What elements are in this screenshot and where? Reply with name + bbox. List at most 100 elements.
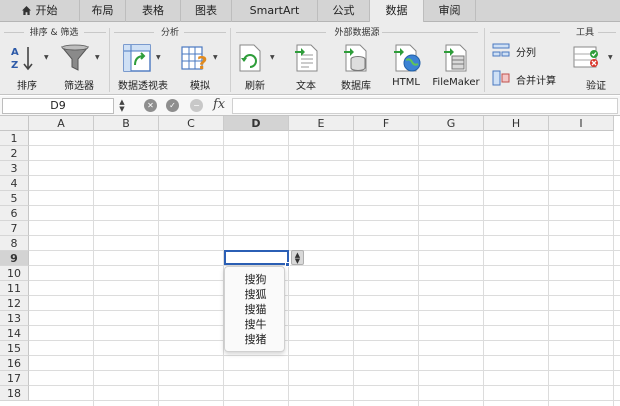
from-html-button[interactable]: HTML: [386, 40, 426, 92]
name-box[interactable]: D9: [2, 98, 114, 114]
chevron-down-icon: ▼: [213, 54, 218, 61]
dropdown-option[interactable]: 搜狐: [225, 287, 286, 302]
gridline: [29, 145, 620, 146]
row-header-12[interactable]: 12: [0, 296, 29, 311]
dropdown-option[interactable]: 搜猫: [225, 302, 286, 317]
confirm-icon[interactable]: ✓: [166, 99, 179, 112]
gridline: [548, 131, 549, 406]
divider: [382, 32, 478, 33]
row-header-11[interactable]: 11: [0, 281, 29, 296]
column-header-c[interactable]: C: [159, 116, 224, 131]
filter-label: 筛选器: [64, 81, 94, 92]
column-header-b[interactable]: B: [94, 116, 159, 131]
dropdown-option[interactable]: 搜狗: [225, 272, 286, 287]
row-header-6[interactable]: 6: [0, 206, 29, 221]
data-validation-button[interactable]: ▼ 验证: [570, 40, 616, 92]
home-icon: [21, 6, 31, 15]
cell-dropdown-button[interactable]: ▲ ▼: [291, 250, 304, 265]
divider: [598, 32, 616, 33]
chevron-down-icon: ▼: [44, 54, 49, 61]
column-header-h[interactable]: H: [484, 116, 549, 131]
row-header-5[interactable]: 5: [0, 191, 29, 206]
from-filemaker-button[interactable]: FileMaker: [430, 40, 482, 92]
gridline: [29, 325, 620, 326]
row-header-18[interactable]: 18: [0, 386, 29, 401]
tab-label: 公式: [332, 4, 355, 17]
column-header-d[interactable]: D: [224, 116, 289, 131]
gridline: [29, 340, 620, 341]
tab-formulas[interactable]: 公式: [318, 0, 370, 22]
tab-label: SmartArt: [249, 4, 300, 17]
dropdown-option[interactable]: 搜牛: [225, 317, 286, 332]
text-to-columns-label: 分列: [516, 48, 536, 59]
selected-cell-d9[interactable]: [224, 250, 289, 265]
tab-smartart[interactable]: SmartArt: [232, 0, 318, 22]
row-header-14[interactable]: 14: [0, 326, 29, 341]
insert-function-icon[interactable]: −: [190, 99, 203, 112]
data-validation-label: 验证: [586, 81, 606, 92]
gridline: [29, 370, 620, 371]
row-header-8[interactable]: 8: [0, 236, 29, 251]
pivot-table-label: 数据透视表: [118, 81, 168, 92]
row-header-2[interactable]: 2: [0, 146, 29, 161]
gridline: [29, 295, 620, 296]
select-all-corner[interactable]: [0, 116, 29, 131]
column-header-a[interactable]: A: [29, 116, 94, 131]
validation-icon: [573, 46, 598, 68]
row-header-3[interactable]: 3: [0, 161, 29, 176]
tab-data[interactable]: 数据: [370, 0, 424, 23]
cancel-icon[interactable]: ✕: [144, 99, 157, 112]
from-filemaker-label: FileMaker: [432, 77, 480, 88]
formula-input[interactable]: [232, 98, 618, 114]
row-header-10[interactable]: 10: [0, 266, 29, 281]
row-header-16[interactable]: 16: [0, 356, 29, 371]
sort-button[interactable]: A Z ▼ 排序: [6, 40, 49, 92]
gridline: [29, 355, 620, 356]
gridline: [29, 280, 620, 281]
filter-button[interactable]: ▼ 筛选器: [54, 40, 104, 92]
tab-home[interactable]: 开始: [0, 0, 80, 22]
row-header-9[interactable]: 9: [0, 251, 29, 266]
tab-table[interactable]: 表格: [126, 0, 181, 22]
column-header-i[interactable]: I: [549, 116, 614, 131]
from-database-label: 数据库: [341, 81, 371, 92]
dropdown-option[interactable]: 搜猪: [225, 332, 286, 347]
tab-label: 开始: [35, 4, 58, 17]
formula-bar: D9 ▲ ▼ ✕ ✓ − fx: [0, 96, 620, 116]
from-text-button[interactable]: 文本: [288, 40, 324, 92]
refresh-button[interactable]: ▼ 刷新: [236, 40, 280, 92]
column-header-f[interactable]: F: [354, 116, 419, 131]
chevron-down-icon: ▼: [156, 54, 161, 61]
divider: [236, 32, 326, 33]
gridline: [29, 220, 620, 221]
row-header-13[interactable]: 13: [0, 311, 29, 326]
what-if-label: 模拟: [190, 81, 210, 92]
spreadsheet-grid[interactable]: A B C D E F G H I 1 2 3 4 5 6 7 8 9 10 1…: [0, 116, 620, 406]
column-header-e[interactable]: E: [289, 116, 354, 131]
name-box-stepper[interactable]: ▲ ▼: [116, 99, 128, 113]
column-header-g[interactable]: G: [419, 116, 484, 131]
tab-chart[interactable]: 图表: [181, 0, 232, 22]
html-globe-icon: [394, 44, 421, 72]
what-if-analysis-button[interactable]: ? ▼ 模拟: [178, 40, 222, 92]
row-header-4[interactable]: 4: [0, 176, 29, 191]
tab-layout[interactable]: 布局: [80, 0, 126, 22]
svg-text:A: A: [11, 47, 19, 58]
consolidate-button[interactable]: 合并计算: [490, 68, 560, 88]
row-header-1[interactable]: 1: [0, 131, 29, 146]
gridline: [93, 131, 94, 406]
text-to-columns-button[interactable]: 分列: [490, 40, 546, 60]
fill-handle[interactable]: [285, 262, 290, 267]
consolidate-icon: [492, 70, 510, 86]
divider: [84, 32, 106, 33]
divider: [4, 32, 24, 33]
row-header-17[interactable]: 17: [0, 371, 29, 386]
tab-review[interactable]: 审阅: [424, 0, 476, 22]
fx-label[interactable]: fx: [213, 97, 225, 112]
row-header-15[interactable]: 15: [0, 341, 29, 356]
gridline: [29, 400, 620, 401]
database-icon: [344, 44, 367, 72]
pivot-table-button[interactable]: ▼ 数据透视表: [114, 40, 172, 92]
row-header-7[interactable]: 7: [0, 221, 29, 236]
from-database-button[interactable]: 数据库: [334, 40, 378, 92]
